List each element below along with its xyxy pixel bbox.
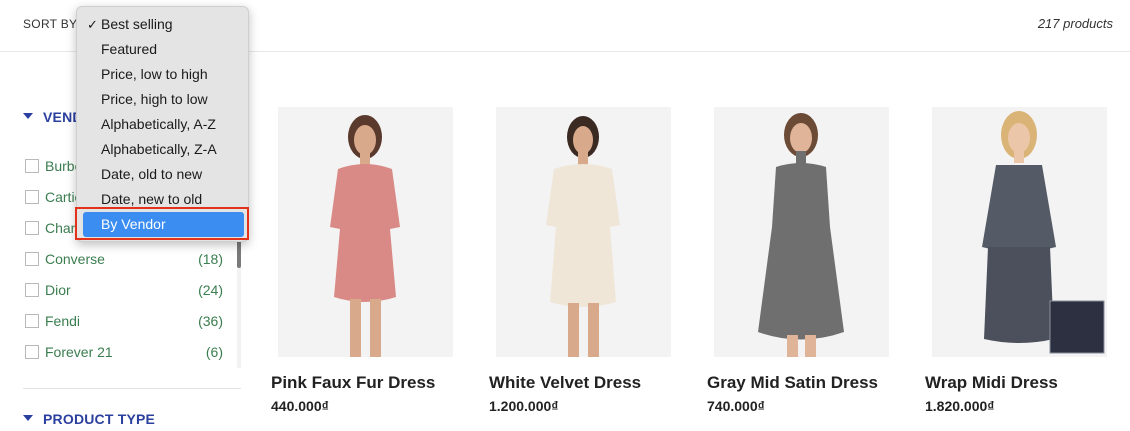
sort-option-alpha-az[interactable]: Alphabetically, A-Z [83,112,244,137]
sort-option-best-selling[interactable]: ✓ Best selling [83,12,244,37]
product-image[interactable] [714,107,889,357]
checkbox[interactable] [25,221,39,235]
caret-down-icon [23,113,33,120]
vendor-count: (24) [198,282,223,298]
product-count: 217 products [1037,16,1113,31]
checkbox[interactable] [25,283,39,297]
model-figure-image [546,116,620,357]
sort-by-label: SORT BY [23,17,78,31]
product-price: 1.200.000₫ [489,398,559,414]
product-title[interactable]: Pink Faux Fur Dress [271,373,435,393]
sort-option-label: Alphabetically, Z-A [101,141,217,157]
product-image[interactable] [278,107,453,357]
product-price: 1.820.000₫ [925,398,995,414]
product-image[interactable] [932,107,1107,357]
sort-option-label: Alphabetically, A-Z [101,116,216,132]
vendor-name: Converse [45,251,105,267]
product-price: 740.000₫ [707,398,765,414]
sort-dropdown-menu[interactable]: ✓ Best selling Featured Price, low to hi… [76,6,249,242]
sort-option-label: Featured [101,41,158,57]
divider [23,388,241,389]
checkbox[interactable] [25,252,39,266]
sort-option-alpha-za[interactable]: Alphabetically, Z-A [83,137,244,162]
product-type-facet-heading[interactable]: PRODUCT TYPE [23,411,155,427]
vendor-name: Dior [45,282,71,298]
sort-option-label: Price, low to high [101,66,208,82]
product-card[interactable]: White Velvet Dress 1.200.000₫ [489,107,671,414]
product-card[interactable]: Gray Mid Satin Dress 740.000₫ [707,107,889,414]
model-figure-image [758,113,844,357]
model-figure-image [982,111,1105,354]
sort-option-by-vendor[interactable]: By Vendor [83,212,244,237]
checkbox[interactable] [25,159,39,173]
vendor-filter-item[interactable]: Forever 21 (6) [23,343,223,363]
product-title[interactable]: White Velvet Dress [489,373,641,393]
checkbox[interactable] [25,314,39,328]
checkbox[interactable] [25,345,39,359]
product-type-heading-label: PRODUCT TYPE [43,411,156,427]
sort-option-label: By Vendor [101,216,166,232]
vendor-filter-item[interactable]: Fendi (36) [23,312,223,332]
sort-option-label: Best selling [101,16,173,32]
vendor-filter-item[interactable]: Converse (18) [23,250,223,270]
product-card[interactable]: Wrap Midi Dress 1.820.000₫ [925,107,1107,414]
checkbox[interactable] [25,190,39,204]
checkmark-icon: ✓ [87,17,98,32]
sort-option-price-low-high[interactable]: Price, low to high [83,62,244,87]
sort-option-label: Price, high to low [101,91,208,107]
product-price: 440.000₫ [271,398,329,414]
sort-option-date-old-new[interactable]: Date, old to new [83,162,244,187]
product-image[interactable] [496,107,671,357]
vendor-name: Forever 21 [45,344,113,360]
vendor-filter-item[interactable]: Dior (24) [23,281,223,301]
sort-option-label: Date, new to old [101,191,203,207]
vendor-name: Fendi [45,313,81,329]
caret-down-icon [23,415,33,422]
sort-option-label: Date, old to new [101,166,203,182]
product-title[interactable]: Wrap Midi Dress [925,373,1058,393]
vendor-count: (18) [198,251,223,267]
vendor-scrollbar-thumb[interactable] [237,238,241,268]
vendor-count: (36) [198,313,223,329]
vendor-count: (6) [205,344,223,360]
product-card[interactable]: Pink Faux Fur Dress 440.000₫ [271,107,453,414]
model-figure-image [330,115,400,357]
sort-option-price-high-low[interactable]: Price, high to low [83,87,244,112]
sort-option-date-new-old[interactable]: Date, new to old [83,187,244,212]
sort-option-featured[interactable]: Featured [83,37,244,62]
product-title[interactable]: Gray Mid Satin Dress [707,373,878,393]
